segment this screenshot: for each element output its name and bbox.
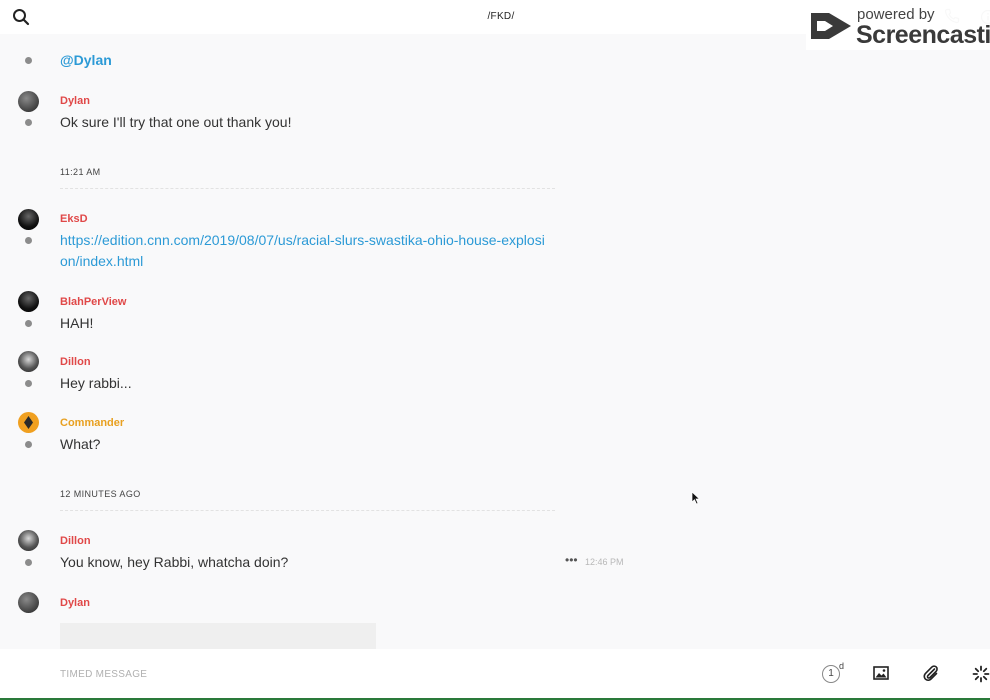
message-author[interactable]: Dillon — [60, 535, 91, 547]
message-text: HAH! — [60, 315, 94, 331]
message-text: Ok sure I'll try that one out thank you! — [60, 114, 292, 130]
message-author[interactable]: Dylan — [60, 95, 90, 107]
watermark-brand-text: Screencastify — [856, 21, 990, 49]
date-divider-line — [60, 510, 555, 511]
media-placeholder[interactable] — [60, 623, 376, 650]
date-divider-label: 12 MINUTES AGO — [60, 489, 141, 499]
presence-dot — [25, 441, 32, 448]
message-link[interactable]: https://edition.cnn.com/2019/08/07/us/ra… — [60, 230, 550, 272]
timer-unit: d — [839, 661, 845, 671]
date-divider-line — [60, 188, 555, 189]
presence-dot — [25, 237, 32, 244]
presence-dot — [25, 380, 32, 387]
presence-dot — [25, 57, 32, 64]
image-button[interactable] — [873, 665, 889, 681]
message-text-mention[interactable]: @Dylan — [60, 52, 112, 68]
spinner-icon — [972, 665, 990, 683]
message-author[interactable]: EksD — [60, 213, 88, 225]
date-divider-label: 11:21 AM — [60, 167, 101, 177]
attach-button[interactable] — [922, 664, 940, 682]
mouse-cursor-icon — [691, 491, 701, 505]
message-author[interactable]: BlahPerView — [60, 296, 126, 308]
avatar[interactable] — [18, 530, 39, 551]
avatar[interactable] — [18, 91, 39, 112]
message-more-button[interactable]: ••• — [565, 554, 578, 568]
avatar[interactable] — [18, 592, 39, 613]
message-input[interactable] — [60, 663, 760, 685]
message-text: Hey rabbi... — [60, 375, 132, 391]
avatar[interactable] — [18, 412, 39, 433]
message-composer: 1 d — [0, 649, 990, 700]
timer-value: 1 — [822, 665, 840, 683]
loading-button[interactable] — [972, 665, 990, 683]
avatar[interactable] — [18, 209, 39, 230]
message-author[interactable]: Commander — [60, 417, 124, 429]
presence-dot — [25, 320, 32, 327]
presence-dot — [25, 559, 32, 566]
message-text: You know, hey Rabbi, whatcha doin? — [60, 554, 289, 570]
timer-button[interactable]: 1 d — [822, 661, 846, 685]
message-timestamp: 12:46 PM — [585, 557, 624, 567]
message-author[interactable]: Dillon — [60, 356, 91, 368]
paperclip-icon — [923, 665, 938, 681]
presence-dot — [25, 119, 32, 126]
avatar[interactable] — [18, 291, 39, 312]
message-text: What? — [60, 436, 101, 452]
screencastify-watermark: powered by Screencastify — [806, 4, 990, 50]
avatar[interactable] — [18, 351, 39, 372]
image-icon — [873, 666, 889, 680]
message-author[interactable]: Dylan — [60, 597, 90, 609]
screencastify-logo-icon — [811, 13, 851, 39]
